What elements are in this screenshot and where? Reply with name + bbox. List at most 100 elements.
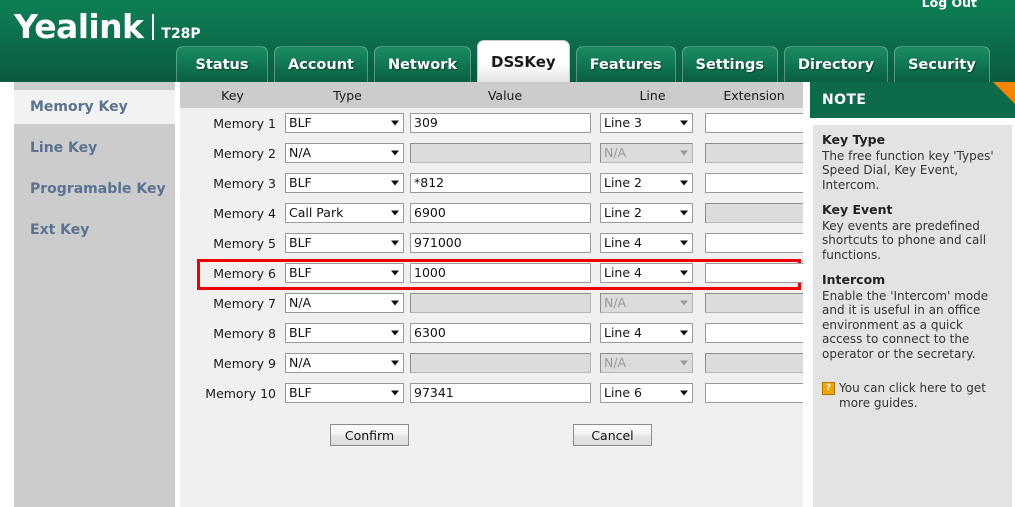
line-select-value: Line 4 (604, 235, 642, 250)
line-select[interactable]: Line 2 (600, 203, 693, 223)
extension-cell (705, 323, 803, 343)
memory-key-table-body: Memory 1 BLF 309 Line 3 Memory 2 N/A N/A Memory… (180, 108, 803, 408)
value-input[interactable]: *812 (410, 173, 591, 193)
type-select-value: BLF (289, 175, 312, 190)
tab-network[interactable]: Network (373, 46, 472, 82)
line-cell: Line 3 (600, 113, 705, 133)
type-select[interactable]: N/A (285, 353, 404, 373)
value-input (410, 293, 591, 313)
help-question-icon[interactable]: ? (822, 382, 835, 395)
type-select[interactable]: BLF (285, 113, 404, 133)
type-select-value: BLF (289, 235, 312, 250)
type-select[interactable]: N/A (285, 143, 404, 163)
page-header: Yealink T28P Log Out Status Account Networ… (0, 0, 1015, 82)
memory-key-label: Memory 1 (213, 115, 276, 131)
tab-directory[interactable]: Directory (783, 46, 889, 82)
extension-cell (705, 203, 803, 223)
type-select[interactable]: BLF (285, 263, 404, 283)
line-select: N/A (600, 143, 693, 163)
line-cell: Line 2 (600, 173, 705, 193)
tab-account[interactable]: Account (274, 46, 368, 82)
table-row: Memory 5 BLF 971000 Line 4 (180, 228, 803, 258)
page-body: Memory Key Line Key Programable Key Ext Key… (0, 82, 1015, 507)
line-select-value: Line 4 (604, 325, 642, 340)
value-input[interactable]: 1000 (410, 263, 591, 283)
logout-link[interactable]: Log Out (922, 0, 977, 10)
column-header-type: Type (333, 87, 362, 103)
column-header-value: Value (487, 87, 523, 103)
tab-features[interactable]: Features (575, 46, 676, 82)
line-select[interactable]: Line 3 (600, 113, 693, 133)
line-select[interactable]: Line 2 (600, 173, 693, 193)
type-select-value: BLF (289, 325, 312, 340)
line-select-value: N/A (604, 355, 627, 370)
note-section: Intercom Enable the 'Intercom' mode and i… (822, 272, 1003, 361)
line-select-value: Line 3 (604, 115, 642, 130)
cancel-button[interactable]: Cancel (573, 424, 652, 446)
line-select[interactable]: Line 4 (600, 323, 693, 343)
memory-key-label: Memory 6 (213, 265, 276, 281)
note-help-link[interactable]: ? You can click here to get more guides. (822, 381, 1003, 411)
note-panel: NOTE Key Type The free function key 'Type… (810, 82, 1015, 507)
chevron-down-icon (680, 360, 688, 366)
extension-input[interactable] (705, 263, 803, 283)
type-select[interactable]: BLF (285, 233, 404, 253)
memory-key-label: Memory 2 (213, 145, 276, 161)
form-actions: Confirm Cancel (180, 424, 803, 464)
chevron-down-icon (391, 210, 399, 216)
yealink-web-ui: Yealink T28P Log Out Status Account Networ… (0, 0, 1015, 507)
value-cell (410, 143, 600, 163)
extension-cell (705, 173, 803, 193)
tab-dsskey[interactable]: DSSKey (477, 40, 570, 82)
type-cell: BLF (285, 173, 410, 193)
type-select[interactable]: N/A (285, 293, 404, 313)
table-row: Memory 3 BLF *812 Line 2 (180, 168, 803, 198)
value-input[interactable]: 6900 (410, 203, 591, 223)
extension-input[interactable] (705, 113, 803, 133)
chevron-down-icon (680, 300, 688, 306)
type-cell: BLF (285, 113, 410, 133)
type-select[interactable]: Call Park (285, 203, 404, 223)
tab-settings[interactable]: Settings (681, 46, 778, 82)
line-select-value: Line 2 (604, 175, 642, 190)
confirm-button[interactable]: Confirm (330, 424, 409, 446)
type-cell: BLF (285, 263, 410, 283)
line-select[interactable]: Line 4 (600, 263, 693, 283)
note-panel-content: Key Type The free function key 'Types' Sp… (813, 125, 1012, 507)
memory-key-label: Memory 10 (205, 385, 276, 401)
chevron-down-icon (680, 120, 688, 126)
value-input[interactable]: 97341 (410, 383, 591, 403)
line-select: N/A (600, 293, 693, 313)
type-select[interactable]: BLF (285, 173, 404, 193)
sidebar-item-line-key[interactable]: Line Key (14, 131, 175, 165)
value-cell: 309 (410, 113, 600, 133)
type-select[interactable]: BLF (285, 383, 404, 403)
extension-input[interactable] (705, 323, 803, 343)
line-select-value: N/A (604, 145, 627, 160)
note-section: Key Event Key events are predefined short… (822, 202, 1003, 262)
value-input[interactable]: 6300 (410, 323, 591, 343)
line-select[interactable]: Line 6 (600, 383, 693, 403)
type-select[interactable]: BLF (285, 323, 404, 343)
extension-cell (705, 263, 803, 283)
column-header-extension: Extension (723, 87, 785, 103)
line-cell: Line 4 (600, 323, 705, 343)
sidebar-item-ext-key[interactable]: Ext Key (14, 213, 175, 247)
sidebar-item-memory-key[interactable]: Memory Key (14, 90, 175, 124)
extension-input[interactable] (705, 233, 803, 253)
extension-input[interactable] (705, 383, 803, 403)
tab-security[interactable]: Security (894, 46, 990, 82)
value-input[interactable]: 309 (410, 113, 591, 133)
type-cell: N/A (285, 353, 410, 373)
tab-status[interactable]: Status (176, 46, 268, 82)
sidebar-item-programable-key[interactable]: Programable Key (14, 172, 175, 206)
column-header-key: Key (221, 87, 244, 103)
value-input[interactable]: 971000 (410, 233, 591, 253)
memory-key-label: Memory 5 (213, 235, 276, 251)
table-row: Memory 6 BLF 1000 Line 4 (180, 258, 803, 288)
note-section-title: Key Type (822, 132, 886, 147)
table-row: Memory 8 BLF 6300 Line 4 (180, 318, 803, 348)
extension-input[interactable] (705, 173, 803, 193)
line-select[interactable]: Line 4 (600, 233, 693, 253)
